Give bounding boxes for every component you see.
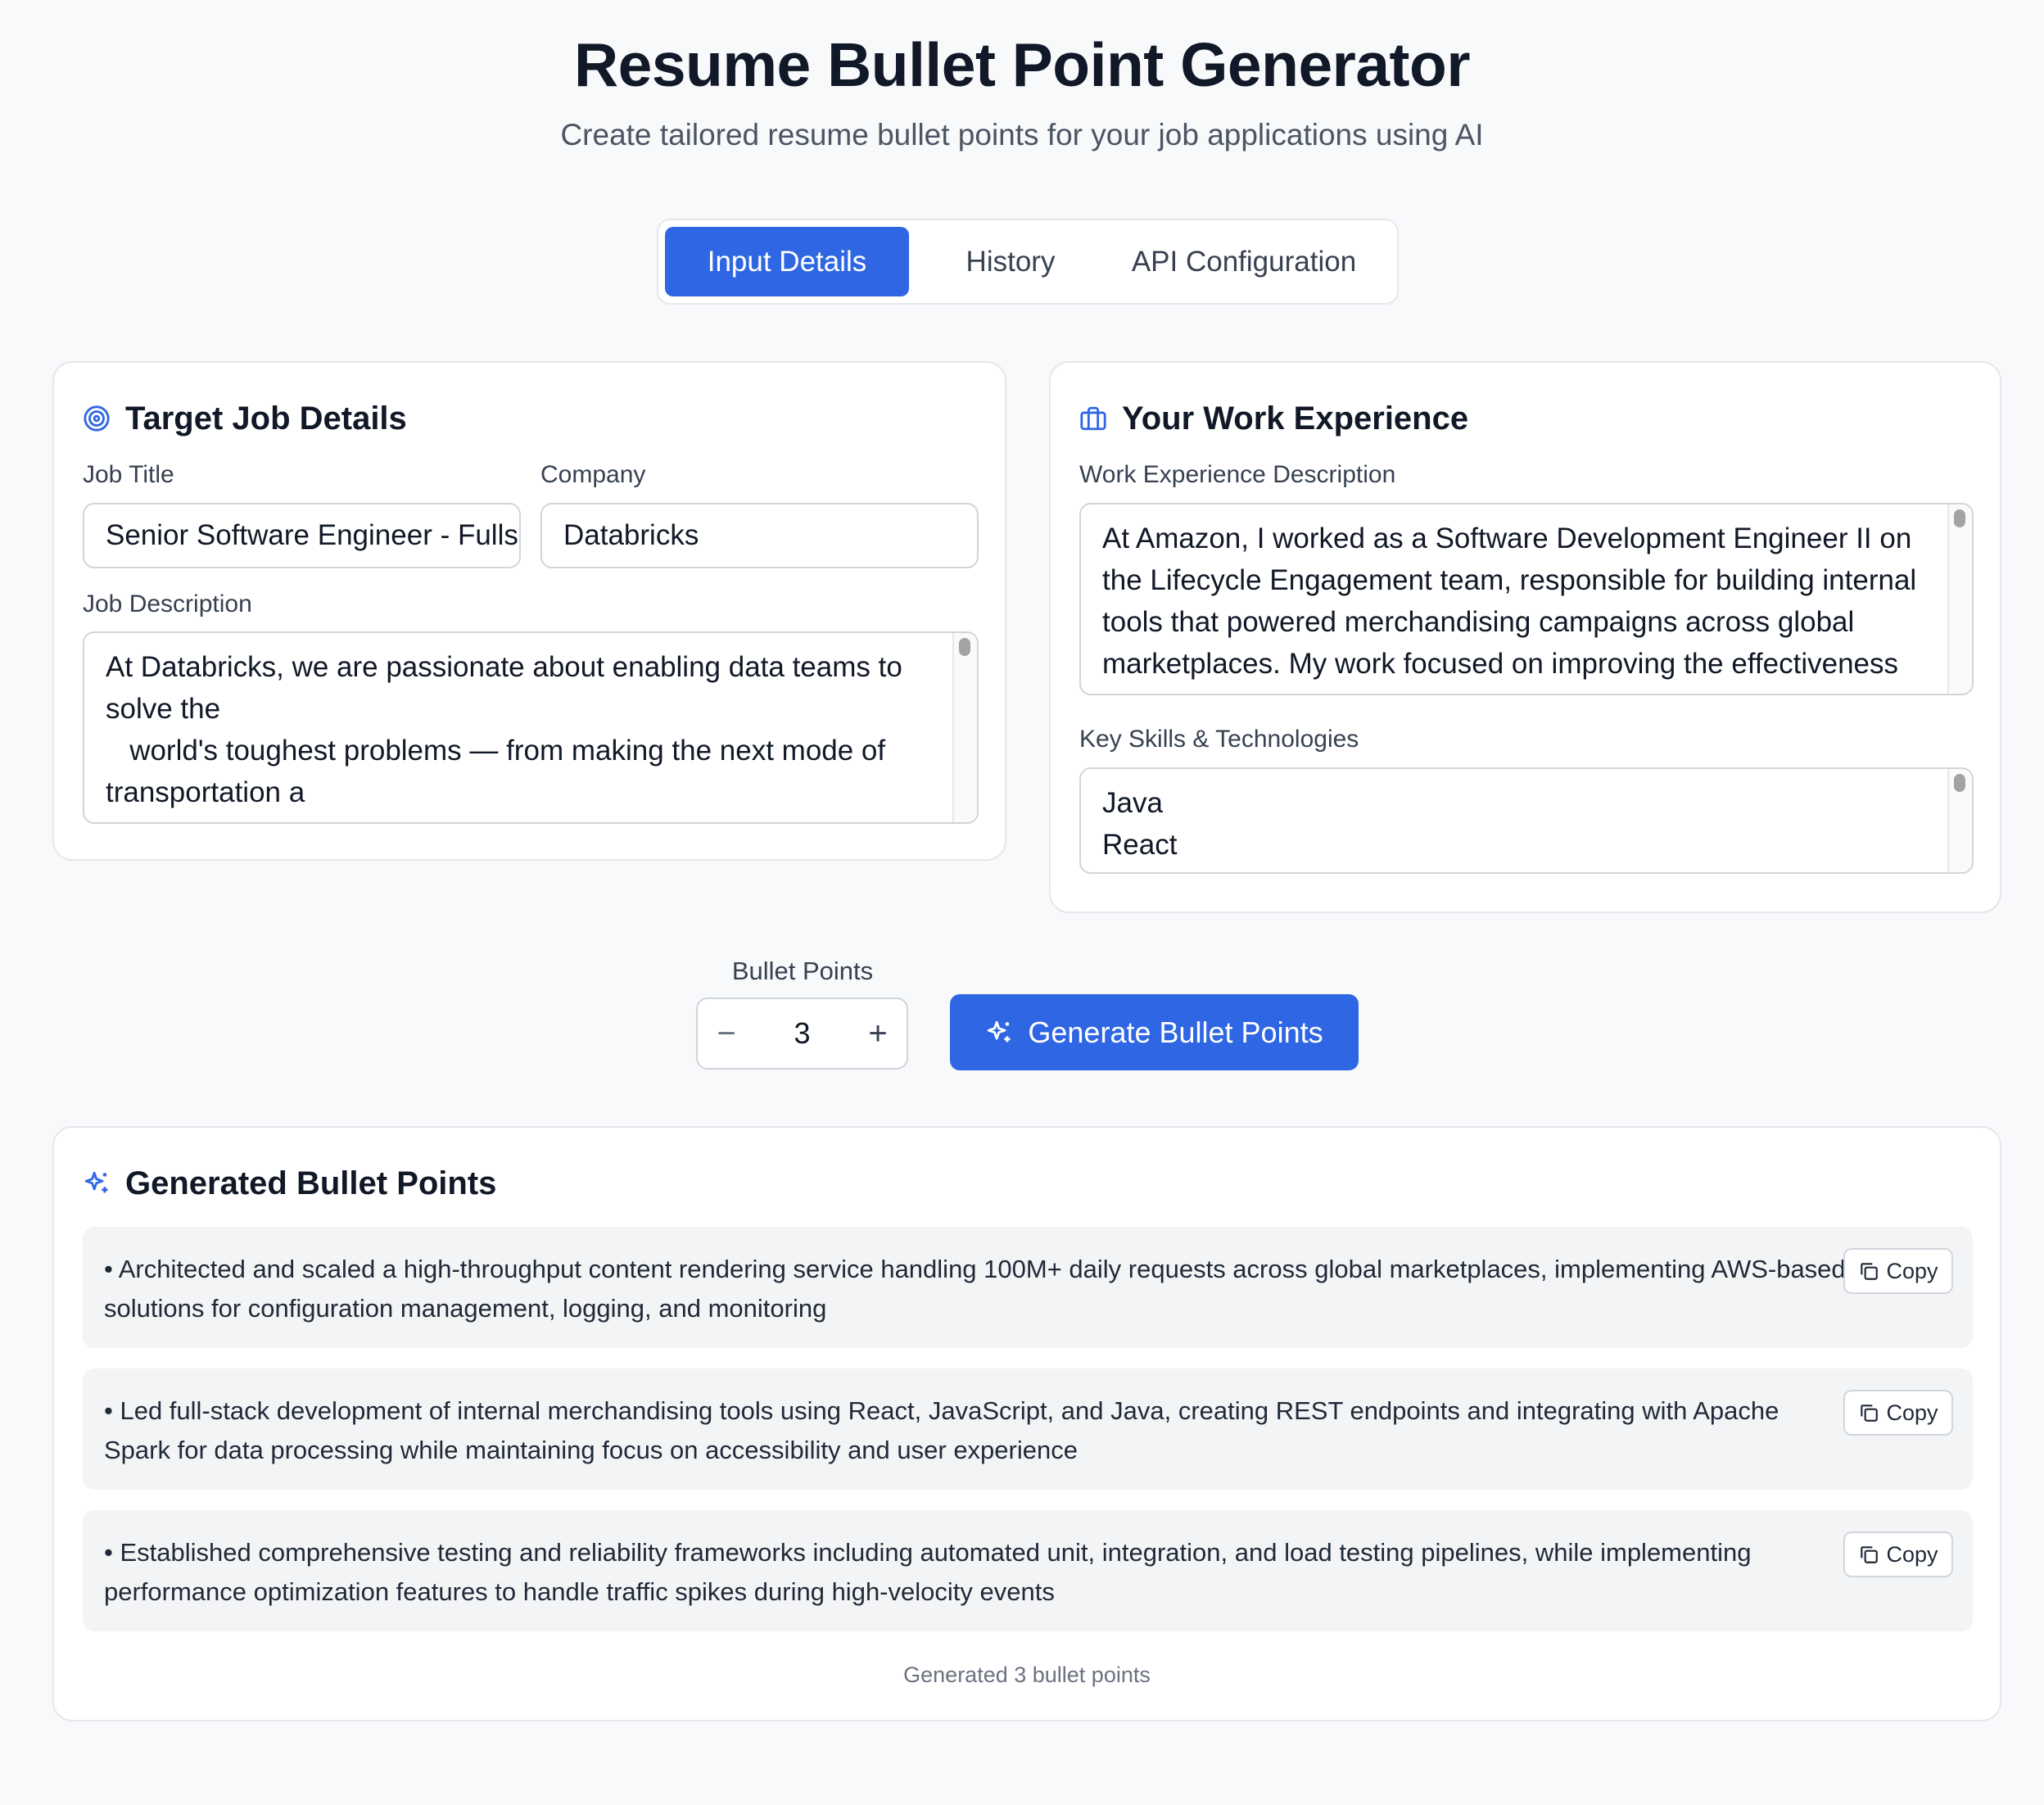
job-description-label: Job Description: [83, 590, 252, 618]
scroll-thumb[interactable]: [1954, 509, 1965, 527]
copy-button[interactable]: Copy: [1843, 1390, 1953, 1436]
company-input[interactable]: Databricks: [540, 503, 979, 568]
copy-icon: [1861, 1405, 1879, 1422]
copy-label: Copy: [1886, 1400, 1938, 1425]
generated-count-note: Generated 3 bullet points: [903, 1662, 1151, 1687]
sparkles-icon: [84, 1171, 108, 1193]
tab-bar: Input Details History API Configuration: [657, 219, 1399, 305]
copy-label: Copy: [1886, 1258, 1938, 1283]
bullet-points-stepper: − 3 +: [696, 998, 908, 1070]
company-label: Company: [540, 461, 646, 488]
generated-bullets-heading: Generated Bullet Points: [125, 1165, 497, 1201]
target-icon: [84, 405, 110, 432]
work-experience-textarea[interactable]: At Amazon, I worked as a Software Develo…: [1079, 503, 1974, 695]
briefcase-icon: [1080, 406, 1106, 431]
copy-icon: [1861, 1263, 1879, 1280]
sparkles-icon: [988, 1020, 1011, 1042]
bullet-result-item: • Architected and scaled a high-throughp…: [83, 1227, 1973, 1348]
bullet-result-item: • Led full-stack development of internal…: [83, 1368, 1973, 1490]
page-subtitle: Create tailored resume bullet points for…: [560, 118, 1484, 152]
generated-bullets-card: Generated Bullet Points • Architected an…: [52, 1126, 2001, 1721]
work-experience-label: Work Experience Description: [1079, 461, 1396, 488]
work-experience-card: Your Work Experience Work Experience Des…: [1049, 361, 2001, 913]
job-description-textarea[interactable]: At Databricks, we are passionate about e…: [83, 631, 979, 824]
skills-scrollbar[interactable]: [1947, 769, 1972, 872]
decrement-button[interactable]: −: [698, 999, 755, 1068]
tab-api-configuration[interactable]: API Configuration: [1101, 227, 1387, 296]
bullet-points-label: Bullet Points: [731, 957, 874, 985]
copy-button[interactable]: Copy: [1843, 1248, 1953, 1294]
copy-label: Copy: [1886, 1541, 1938, 1567]
generate-button-label: Generate Bullet Points: [1028, 1015, 1323, 1049]
page-title: Resume Bullet Point Generator: [573, 30, 1471, 99]
job-title-label: Job Title: [83, 461, 174, 488]
copy-button[interactable]: Copy: [1843, 1531, 1953, 1577]
copy-icon: [1861, 1546, 1879, 1563]
increment-button[interactable]: +: [849, 999, 907, 1068]
bullet-result-text: • Led full-stack development of internal…: [104, 1396, 1779, 1464]
bullet-result-text: • Established comprehensive testing and …: [104, 1538, 1752, 1606]
tab-history[interactable]: History: [929, 227, 1092, 296]
bullet-result-item: • Established comprehensive testing and …: [83, 1510, 1973, 1631]
job-title-input[interactable]: Senior Software Engineer - Fulls: [83, 503, 521, 568]
target-job-heading: Target Job Details: [125, 400, 407, 437]
work-experience-header: Your Work Experience: [1079, 396, 1468, 441]
job-description-scrollbar[interactable]: [952, 633, 977, 822]
scroll-thumb[interactable]: [1954, 774, 1965, 792]
target-job-card: Target Job Details Job Title Senior Soft…: [52, 361, 1006, 861]
scroll-thumb[interactable]: [959, 638, 970, 656]
target-job-header: Target Job Details: [83, 396, 407, 441]
work-experience-scrollbar[interactable]: [1947, 504, 1972, 694]
work-experience-text: At Amazon, I worked as a Software Develo…: [1102, 522, 1917, 694]
work-experience-heading: Your Work Experience: [1122, 400, 1469, 437]
bullet-result-text: • Architected and scaled a high-throughp…: [104, 1255, 1846, 1323]
page: Resume Bullet Point Generator Create tai…: [0, 0, 2044, 1805]
generate-bullet-points-button[interactable]: Generate Bullet Points: [950, 994, 1359, 1070]
skills-text: Java React JavaScript: [1102, 787, 1236, 872]
skills-label: Key Skills & Technologies: [1079, 726, 1359, 753]
generated-bullets-header: Generated Bullet Points: [83, 1160, 496, 1206]
skills-textarea[interactable]: Java React JavaScript: [1079, 767, 1974, 874]
bullet-points-value[interactable]: 3: [755, 999, 849, 1068]
tab-input-details[interactable]: Input Details: [665, 227, 909, 296]
job-description-text: At Databricks, we are passionate about e…: [106, 651, 902, 822]
